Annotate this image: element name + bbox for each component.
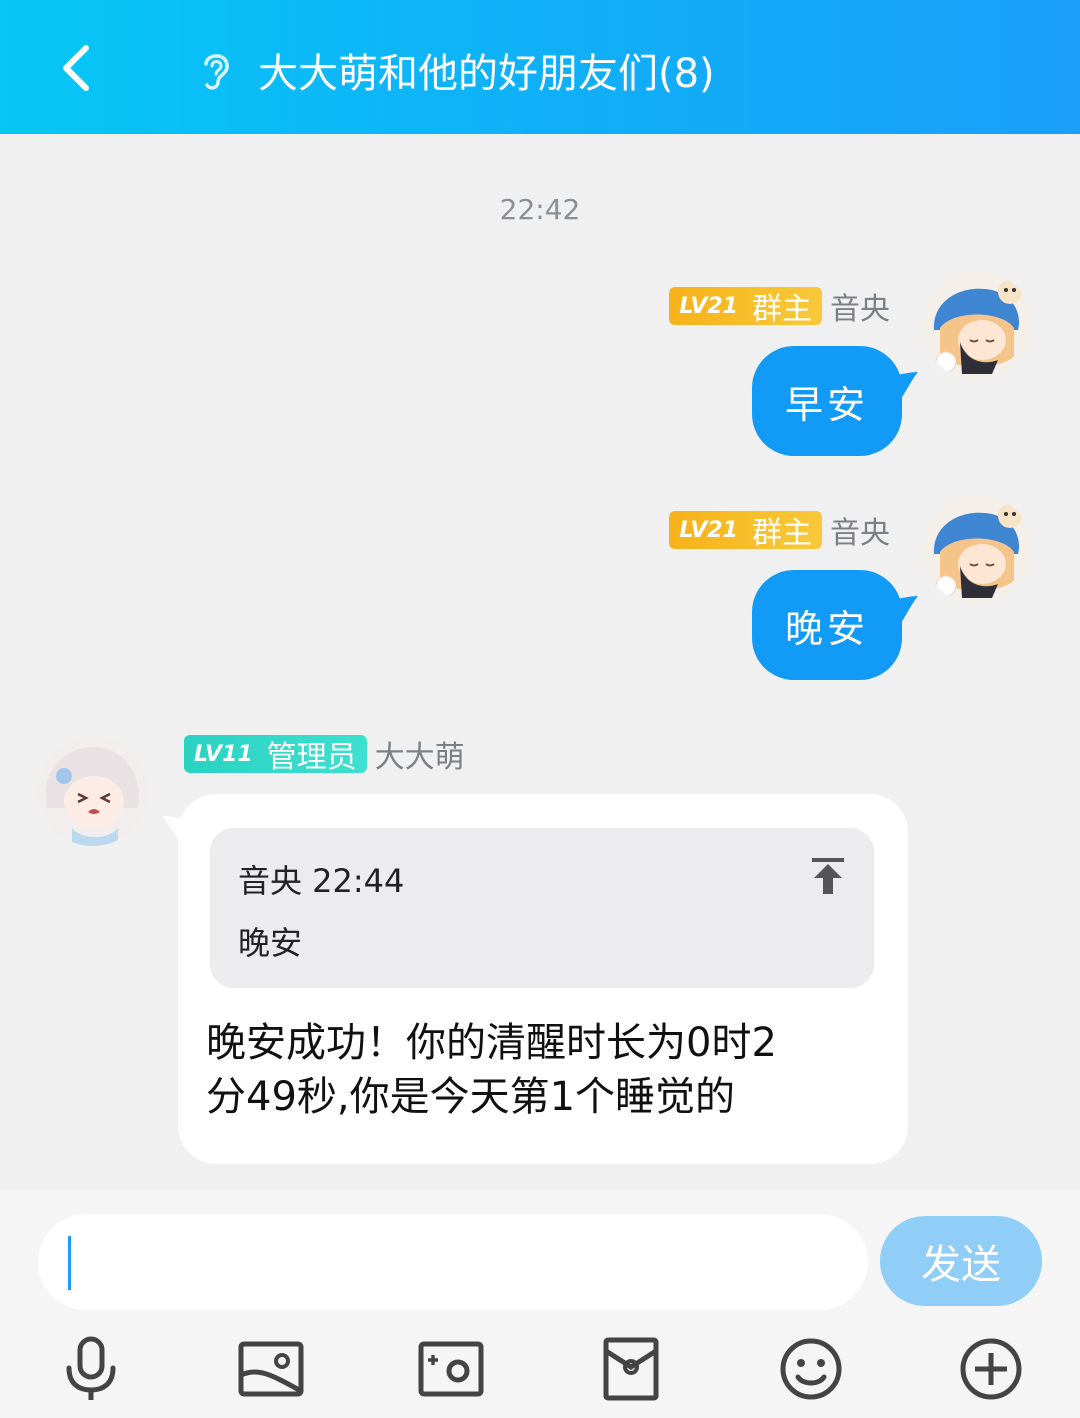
reply-text: 晚安成功！你的清醒时长为0时2 分49秒,你是今天第1个睡觉的 [206,1016,886,1124]
input-bar: 发送 [0,1190,1080,1418]
message-text: 早安 [784,382,869,427]
quoted-message[interactable]: 音央 22:44 晚安 [210,828,874,988]
back-button[interactable] [40,30,112,106]
camera-button[interactable] [414,1332,488,1406]
role-label: 群主 [752,292,812,327]
level-label: LV21 [679,293,738,319]
message-input[interactable] [38,1214,868,1310]
avatar[interactable] [38,736,148,846]
plus-icon [960,1338,1022,1400]
level-label: LV21 [679,517,738,543]
message-timestamp: 22:42 [499,193,581,226]
emoji-button[interactable] [774,1332,848,1406]
role-badge: LV21 群主 [669,287,822,327]
voice-button[interactable] [54,1332,128,1406]
sender-name: 大大萌 [374,740,465,775]
red-packet-button[interactable] [594,1332,668,1406]
reply-text-line: 分49秒,你是今天第1个睡觉的 [206,1074,736,1120]
avatar[interactable] [922,494,1032,604]
message-bubble[interactable]: 晚安 [752,570,902,680]
quoted-message-text: 晚安 [238,924,303,962]
emoji-icon [780,1338,842,1400]
send-button[interactable]: 发送 [880,1216,1042,1306]
sender-name: 音央 [830,292,890,327]
chevron-left-icon [63,45,89,91]
message-bubble[interactable]: 早安 [752,346,902,456]
red-packet-icon [603,1337,659,1401]
chat-title: 大大萌和他的好朋友们(8) [258,51,715,97]
reply-message-bubble[interactable]: 音央 22:44 晚安 晚安成功！你的清醒时长为0时2 分49秒,你是今天第1个… [178,794,908,1164]
message-text: 晚安 [784,606,869,651]
role-badge: LV11 管理员 [184,735,367,775]
text-caret [68,1236,71,1290]
ear-icon [196,48,240,92]
role-label: 群主 [752,516,812,551]
quoted-message-header: 音央 22:44 [238,862,405,900]
input-toolbar [0,1328,1080,1408]
bubble-tail [886,372,918,406]
header-title-group[interactable]: 大大萌和他的好朋友们(8) [196,38,715,102]
photo-button[interactable] [234,1332,308,1406]
sender-row: LV21 群主 音央 [669,510,890,551]
level-label: LV11 [194,741,253,767]
camera-icon [418,1341,484,1397]
more-button[interactable] [954,1332,1028,1406]
sender-name: 音央 [830,516,890,551]
chat-header: 大大萌和他的好朋友们(8) [0,0,1080,134]
reply-text-line: 晚安成功！你的清醒时长为0时2 [206,1020,777,1066]
bubble-tail [886,596,918,630]
sender-row: LV11 管理员 大大萌 [184,734,465,775]
microphone-icon [66,1336,116,1400]
role-badge: LV21 群主 [669,511,822,551]
role-label: 管理员 [266,740,357,775]
jump-to-message-icon[interactable] [810,856,846,896]
sender-row: LV21 群主 音央 [669,286,890,327]
image-icon [238,1341,304,1397]
avatar[interactable] [922,270,1032,380]
